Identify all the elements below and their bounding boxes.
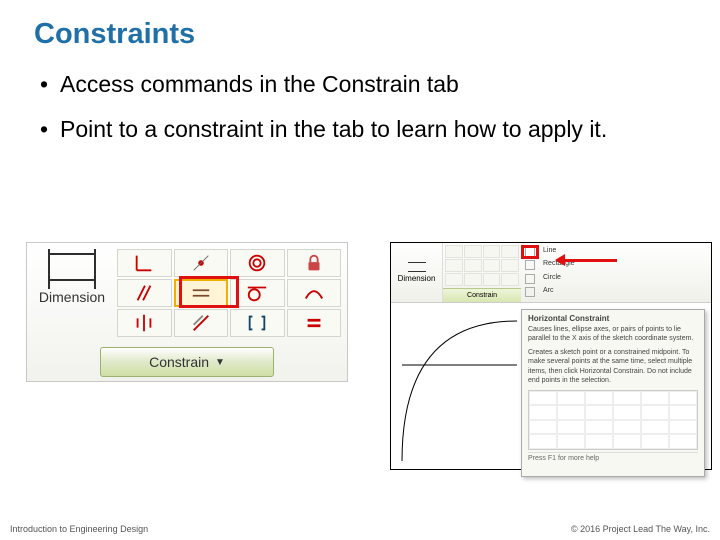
smooth-icon[interactable]	[287, 279, 342, 307]
mini-dimension-label: Dimension	[398, 274, 436, 283]
red-highlight-box	[521, 245, 539, 259]
mini-constrain-label: Constrain	[443, 288, 521, 302]
bullet-item: Access commands in the Constrain tab	[34, 69, 686, 100]
tooltip-text: Creates a sketch point or a constrained …	[528, 348, 698, 386]
concentric-icon[interactable]	[230, 249, 285, 277]
footer-left: Introduction to Engineering Design	[10, 524, 148, 534]
bullet-item: Point to a constraint in the tab to lear…	[34, 114, 686, 145]
collinear-icon[interactable]	[174, 309, 229, 337]
mini-dimension-button[interactable]: Dimension	[391, 243, 443, 302]
tooltip-footer: Press F1 for more help	[528, 452, 698, 462]
rect-icon[interactable]	[525, 260, 535, 270]
lock-icon[interactable]	[287, 249, 342, 277]
mini-ribbon: Dimension Constrain Line Rectangle Circl…	[391, 243, 711, 303]
dimension-label: Dimension	[39, 289, 105, 305]
constrain-label: Constrain	[149, 354, 209, 370]
symmetric-icon[interactable]	[117, 309, 172, 337]
coincident-icon[interactable]	[174, 249, 229, 277]
tooltip-text: Causes lines, ellipse axes, or pairs of …	[528, 325, 698, 344]
constraint-tooltip: Horizontal Constraint Causes lines, elli…	[521, 309, 705, 477]
app-screenshot: Dimension Constrain Line Rectangle Circl…	[390, 242, 712, 470]
mini-constrain-panel: Constrain	[443, 243, 521, 302]
perpendicular-icon[interactable]	[117, 249, 172, 277]
red-highlight-box	[179, 276, 239, 308]
constrain-dropdown[interactable]: Constrain ▼	[100, 347, 274, 377]
equal-icon[interactable]	[287, 309, 342, 337]
footer-right: © 2016 Project Lead The Way, Inc.	[571, 524, 710, 534]
red-arrow-icon	[557, 252, 627, 268]
sketch-curve	[397, 311, 517, 461]
bullet-list: Access commands in the Constrain tab Poi…	[34, 69, 686, 145]
circle-icon[interactable]	[525, 274, 535, 284]
equal-brackets-icon[interactable]	[230, 309, 285, 337]
slide-title: Constraints	[34, 18, 686, 51]
tooltip-grid-preview	[528, 390, 698, 450]
constrain-ribbon-panel: Dimension Constrain ▼	[26, 242, 348, 382]
dimension-button[interactable]: Dimension	[27, 243, 117, 343]
chevron-down-icon: ▼	[215, 357, 225, 368]
arc-icon[interactable]	[525, 287, 535, 297]
parallel-icon[interactable]	[117, 279, 172, 307]
slide-footer: Introduction to Engineering Design © 201…	[0, 524, 720, 534]
tooltip-title: Horizontal Constraint	[528, 314, 698, 323]
dimension-icon	[49, 253, 95, 281]
dimension-icon	[408, 262, 426, 272]
